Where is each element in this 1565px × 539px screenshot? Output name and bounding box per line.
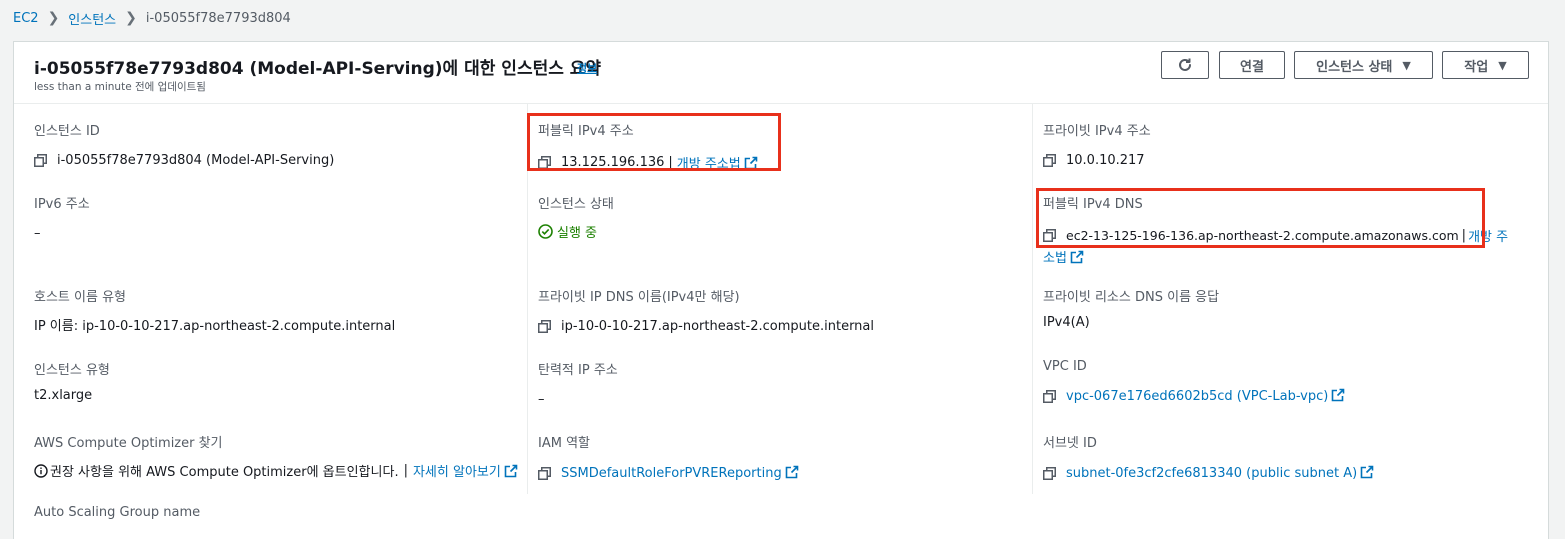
column-divider (1032, 104, 1033, 494)
caret-down-icon: ▼ (1498, 58, 1507, 72)
private-resource-dns-value: IPv4(A) (1043, 315, 1090, 330)
highlight-box-public-dns (1036, 188, 1485, 248)
connect-button[interactable]: 연결 (1219, 51, 1285, 79)
copy-icon[interactable] (1043, 154, 1056, 167)
field-label: VPC ID (1043, 359, 1087, 374)
instance-summary-panel: i-05055f78e7793d804 (Model-API-Serving)에… (13, 41, 1549, 539)
field-compute-optimizer: AWS Compute Optimizer 찾기 권장 사항을 위해 AWS C… (34, 432, 518, 480)
field-label: 인스턴스 상태 (538, 197, 614, 212)
field-label: 프라이빗 리소스 DNS 이름 응답 (1043, 290, 1220, 305)
field-elastic-ip: 탄력적 IP 주소 – (538, 359, 618, 407)
field-value: 실행 중 (538, 222, 614, 241)
open-dns-link-continued[interactable]: 소법 (1043, 247, 1084, 266)
page-title: i-05055f78e7793d804 (Model-API-Serving)에… (34, 59, 602, 79)
compute-optimizer-text: 권장 사항을 위해 AWS Compute Optimizer에 옵트인합니다. (50, 465, 399, 480)
field-value: vpc-067e176ed6602b5cd (VPC-Lab-vpc) (1043, 388, 1345, 404)
private-dns-value: ip-10-0-10-217.ap-northeast-2.compute.in… (561, 319, 875, 334)
vpc-id-value: vpc-067e176ed6602b5cd (VPC-Lab-vpc) (1066, 389, 1329, 404)
elastic-ip-value: – (538, 392, 545, 407)
field-label: 인스턴스 유형 (34, 363, 110, 378)
field-value: subnet-0fe3cf2cfe6813340 (public subnet … (1043, 465, 1374, 481)
field-vpc-id: VPC ID vpc-067e176ed6602b5cd (VPC-Lab-vp… (1043, 359, 1345, 404)
breadcrumb-instances[interactable]: 인스턴스 (68, 9, 116, 28)
field-label: 탄력적 IP 주소 (538, 363, 618, 378)
instance-state-value: 실행 중 (557, 226, 598, 241)
field-label: IPv6 주소 (34, 197, 90, 212)
ipv6-value: – (34, 226, 41, 241)
asg-name-value: – (34, 534, 200, 539)
check-circle-icon (538, 224, 553, 239)
chevron-right-icon: ❯ (125, 10, 137, 26)
learn-more-label: 자세히 알아보기 (412, 465, 501, 480)
breadcrumb: EC2 ❯ 인스턴스 ❯ i-05055f78e7793d804 (13, 8, 291, 28)
external-link-icon (1332, 388, 1345, 402)
private-ipv4-value: 10.0.10.217 (1066, 153, 1145, 168)
vpc-id-link[interactable]: vpc-067e176ed6602b5cd (VPC-Lab-vpc) (1066, 388, 1345, 404)
breadcrumb-ec2[interactable]: EC2 (13, 11, 39, 26)
field-private-ipv4: 프라이빗 IPv4 주소 10.0.10.217 (1043, 120, 1151, 168)
separator: | (403, 463, 408, 478)
instance-state-label: 인스턴스 상태 (1316, 59, 1393, 75)
field-label: 인스턴스 ID (34, 124, 100, 139)
field-hostname-type: 호스트 이름 유형 IP 이름: ip-10-0-10-217.ap-north… (34, 286, 395, 334)
copy-icon[interactable] (538, 466, 551, 480)
iam-role-value: SSMDefaultRoleForPVREReporting (561, 466, 782, 481)
copy-icon[interactable] (538, 320, 551, 333)
info-link[interactable]: 정보 (577, 60, 597, 76)
field-iam-role: IAM 역할 SSMDefaultRoleForPVREReporting (538, 432, 799, 481)
field-label: 프라이빗 IPv4 주소 (1043, 124, 1151, 139)
copy-icon[interactable] (34, 154, 47, 167)
open-dns-label: 소법 (1043, 251, 1067, 266)
caret-down-icon: ▼ (1402, 58, 1411, 72)
field-private-dns: 프라이빗 IP DNS 이름(IPv4만 해당) ip-10-0-10-217.… (538, 286, 874, 334)
external-link-icon (504, 464, 518, 478)
field-label: 프라이빗 IP DNS 이름(IPv4만 해당) (538, 290, 740, 305)
breadcrumb-current: i-05055f78e7793d804 (145, 10, 291, 26)
field-value: i-05055f78e7793d804 (Model-API-Serving) (34, 153, 334, 168)
subnet-id-link[interactable]: subnet-0fe3cf2cfe6813340 (public subnet … (1066, 465, 1374, 481)
field-asg-name: Auto Scaling Group name – (34, 505, 200, 539)
field-value: ip-10-0-10-217.ap-northeast-2.compute.in… (538, 319, 874, 334)
field-private-resource-dns: 프라이빗 리소스 DNS 이름 응답 IPv4(A) (1043, 286, 1219, 330)
instance-state-button[interactable]: 인스턴스 상태 ▼ (1294, 51, 1433, 79)
panel-header: i-05055f78e7793d804 (Model-API-Serving)에… (14, 42, 1548, 104)
field-instance-id: 인스턴스 ID i-05055f78e7793d804 (Model-API-S… (34, 120, 334, 168)
field-label: 호스트 이름 유형 (34, 290, 126, 305)
field-instance-type: 인스턴스 유형 t2.xlarge (34, 359, 110, 403)
refresh-button[interactable] (1161, 51, 1209, 79)
iam-role-link[interactable]: SSMDefaultRoleForPVREReporting (561, 465, 799, 481)
copy-icon[interactable] (1043, 466, 1056, 480)
connect-button-label: 연결 (1240, 59, 1264, 75)
highlight-box-public-ipv4 (527, 113, 781, 171)
field-instance-state: 인스턴스 상태 실행 중 (538, 193, 614, 241)
instance-type-value: t2.xlarge (34, 388, 93, 403)
actions-label: 작업 (1464, 59, 1489, 75)
field-value: 10.0.10.217 (1043, 153, 1151, 168)
field-value: 권장 사항을 위해 AWS Compute Optimizer에 옵트인합니다.… (34, 461, 518, 480)
refresh-icon (1179, 58, 1191, 71)
field-ipv6: IPv6 주소 – (34, 193, 90, 241)
field-value: SSMDefaultRoleForPVREReporting (538, 465, 799, 481)
field-label: 서브넷 ID (1043, 436, 1097, 451)
external-link-icon (1070, 250, 1084, 264)
chevron-right-icon: ❯ (47, 10, 60, 26)
actions-button[interactable]: 작업 ▼ (1442, 51, 1529, 79)
hostname-type-value: IP 이름: ip-10-0-10-217.ap-northeast-2.com… (34, 319, 396, 334)
public-dns-link-wrap: 소법 (1043, 247, 1533, 266)
external-link-icon (785, 465, 799, 479)
field-label: IAM 역할 (538, 436, 590, 451)
instance-id-value: i-05055f78e7793d804 (Model-API-Serving) (57, 153, 335, 168)
field-subnet-id: 서브넷 ID subnet-0fe3cf2cfe6813340 (public … (1043, 432, 1374, 481)
subnet-id-value: subnet-0fe3cf2cfe6813340 (public subnet … (1066, 466, 1358, 481)
external-link-icon (1360, 465, 1374, 479)
learn-more-link[interactable]: 자세히 알아보기 (413, 461, 518, 480)
info-circle-icon (34, 463, 48, 478)
last-updated: less than a minute 전에 업데이트됨 (34, 81, 206, 93)
field-label: Auto Scaling Group name (34, 505, 201, 520)
field-label: AWS Compute Optimizer 찾기 (34, 436, 223, 451)
copy-icon[interactable] (1043, 389, 1056, 403)
